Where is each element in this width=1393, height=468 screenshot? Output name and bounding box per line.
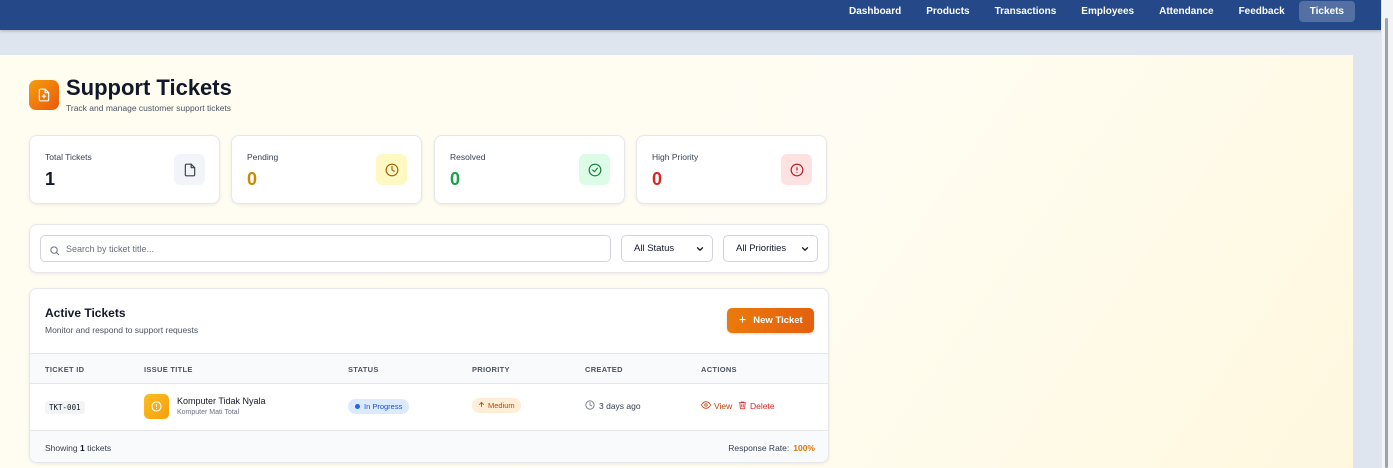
clock-icon [376,154,407,185]
stat-label: Total Tickets [45,152,92,162]
stat-card-pending: Pending 0 [231,135,422,204]
delete-button[interactable]: Delete [738,400,775,412]
top-navbar: Dashboard Products Transactions Employee… [0,0,1393,30]
view-button[interactable]: View [701,400,732,412]
ticket-document-icon [29,80,59,110]
ticket-id: TKT-001 [45,401,85,414]
priority-label: Medium [488,401,515,410]
search-icon [49,243,60,261]
scrollbar-thumb[interactable] [1385,18,1388,468]
table-subtitle: Monitor and respond to support requests [45,325,199,335]
search-input[interactable] [66,236,606,261]
issue-description: Komputer Mati Total [177,409,240,416]
showing-number: 1 [79,443,85,453]
stat-card-resolved: Resolved 0 [434,135,625,204]
nav-dashboard[interactable]: Dashboard [838,1,912,22]
stat-label: Resolved [450,152,486,162]
nav-employees[interactable]: Employees [1070,1,1145,22]
created-time: 3 days ago [585,400,641,412]
tickets-page: Support Tickets Track and manage custome… [0,55,1353,468]
eye-icon [701,400,711,412]
tickets-table-card: Active Tickets Monitor and respond to su… [29,288,829,463]
nav-tickets[interactable]: Tickets [1298,1,1355,22]
new-ticket-button[interactable]: New Ticket [727,308,814,333]
trash-icon [738,400,747,412]
view-label: View [714,401,733,411]
document-icon [174,154,205,185]
arrow-up-icon [478,401,485,410]
column-header: TICKET ID [45,365,85,374]
showing-count: Showing 1 tickets [45,443,111,453]
stat-label: Pending [247,152,279,162]
priority-badge: Medium [472,398,521,413]
showing-suffix: tickets [87,443,112,453]
alert-circle-icon [781,154,812,185]
response-rate-value: 100% [793,443,815,453]
stat-value: 0 [247,169,258,189]
column-header: CREATED [585,365,623,374]
page-title: Support Tickets [66,75,232,100]
table-head: TICKET ID ISSUE TITLE STATUS PRIORITY CR… [30,353,828,384]
issue-title: Komputer Tidak Nyala [177,396,266,406]
stat-card-high-priority: High Priority 0 [636,135,827,204]
status-filter-value: All Status [634,243,675,254]
table-title: Active Tickets [45,306,126,320]
column-header: ISSUE TITLE [144,365,193,374]
response-rate: Response Rate: 100% [728,443,815,453]
page-subtitle: Track and manage customer support ticket… [66,103,232,113]
status-badge: In Progress [348,399,410,414]
status-dot-icon [355,404,360,409]
nav-attendance[interactable]: Attendance [1148,1,1224,22]
showing-prefix: Showing [45,443,78,453]
column-header: ACTIONS [701,365,737,374]
search-box[interactable] [40,235,611,262]
stat-value: 0 [450,169,461,189]
new-ticket-label: New Ticket [753,315,803,326]
main-nav: Dashboard Products Transactions Employee… [838,1,1355,22]
column-header: PRIORITY [472,365,510,374]
column-header: STATUS [348,365,379,374]
stat-label: High Priority [652,152,699,162]
stat-value: 1 [45,169,56,189]
check-circle-icon [579,154,610,185]
created-label: 3 days ago [599,401,641,411]
clock-icon [585,400,595,412]
nav-feedback[interactable]: Feedback [1228,1,1296,22]
table-footer: Showing 1 tickets Response Rate: 100% [30,430,828,462]
plus-icon [738,315,747,327]
table-row[interactable]: TKT-001 Komputer Tidak Nyala Komputer Ma… [30,384,828,430]
chevron-down-icon [695,244,705,257]
status-label: In Progress [364,402,403,411]
stat-card-total: Total Tickets 1 [29,135,220,204]
issue-alert-icon [144,394,169,419]
filter-bar: All Status All Priorities [29,224,829,273]
priority-filter-select[interactable]: All Priorities [723,235,818,262]
status-filter-select[interactable]: All Status [621,235,713,262]
delete-label: Delete [750,401,775,411]
stat-value: 0 [652,169,663,189]
response-rate-label: Response Rate: [728,443,790,453]
page-scrollbar[interactable] [1381,0,1393,468]
nav-transactions[interactable]: Transactions [984,1,1068,22]
priority-filter-value: All Priorities [736,243,787,254]
table-header: Active Tickets Monitor and respond to su… [30,289,828,353]
chevron-down-icon [800,244,810,257]
nav-products[interactable]: Products [915,1,980,22]
